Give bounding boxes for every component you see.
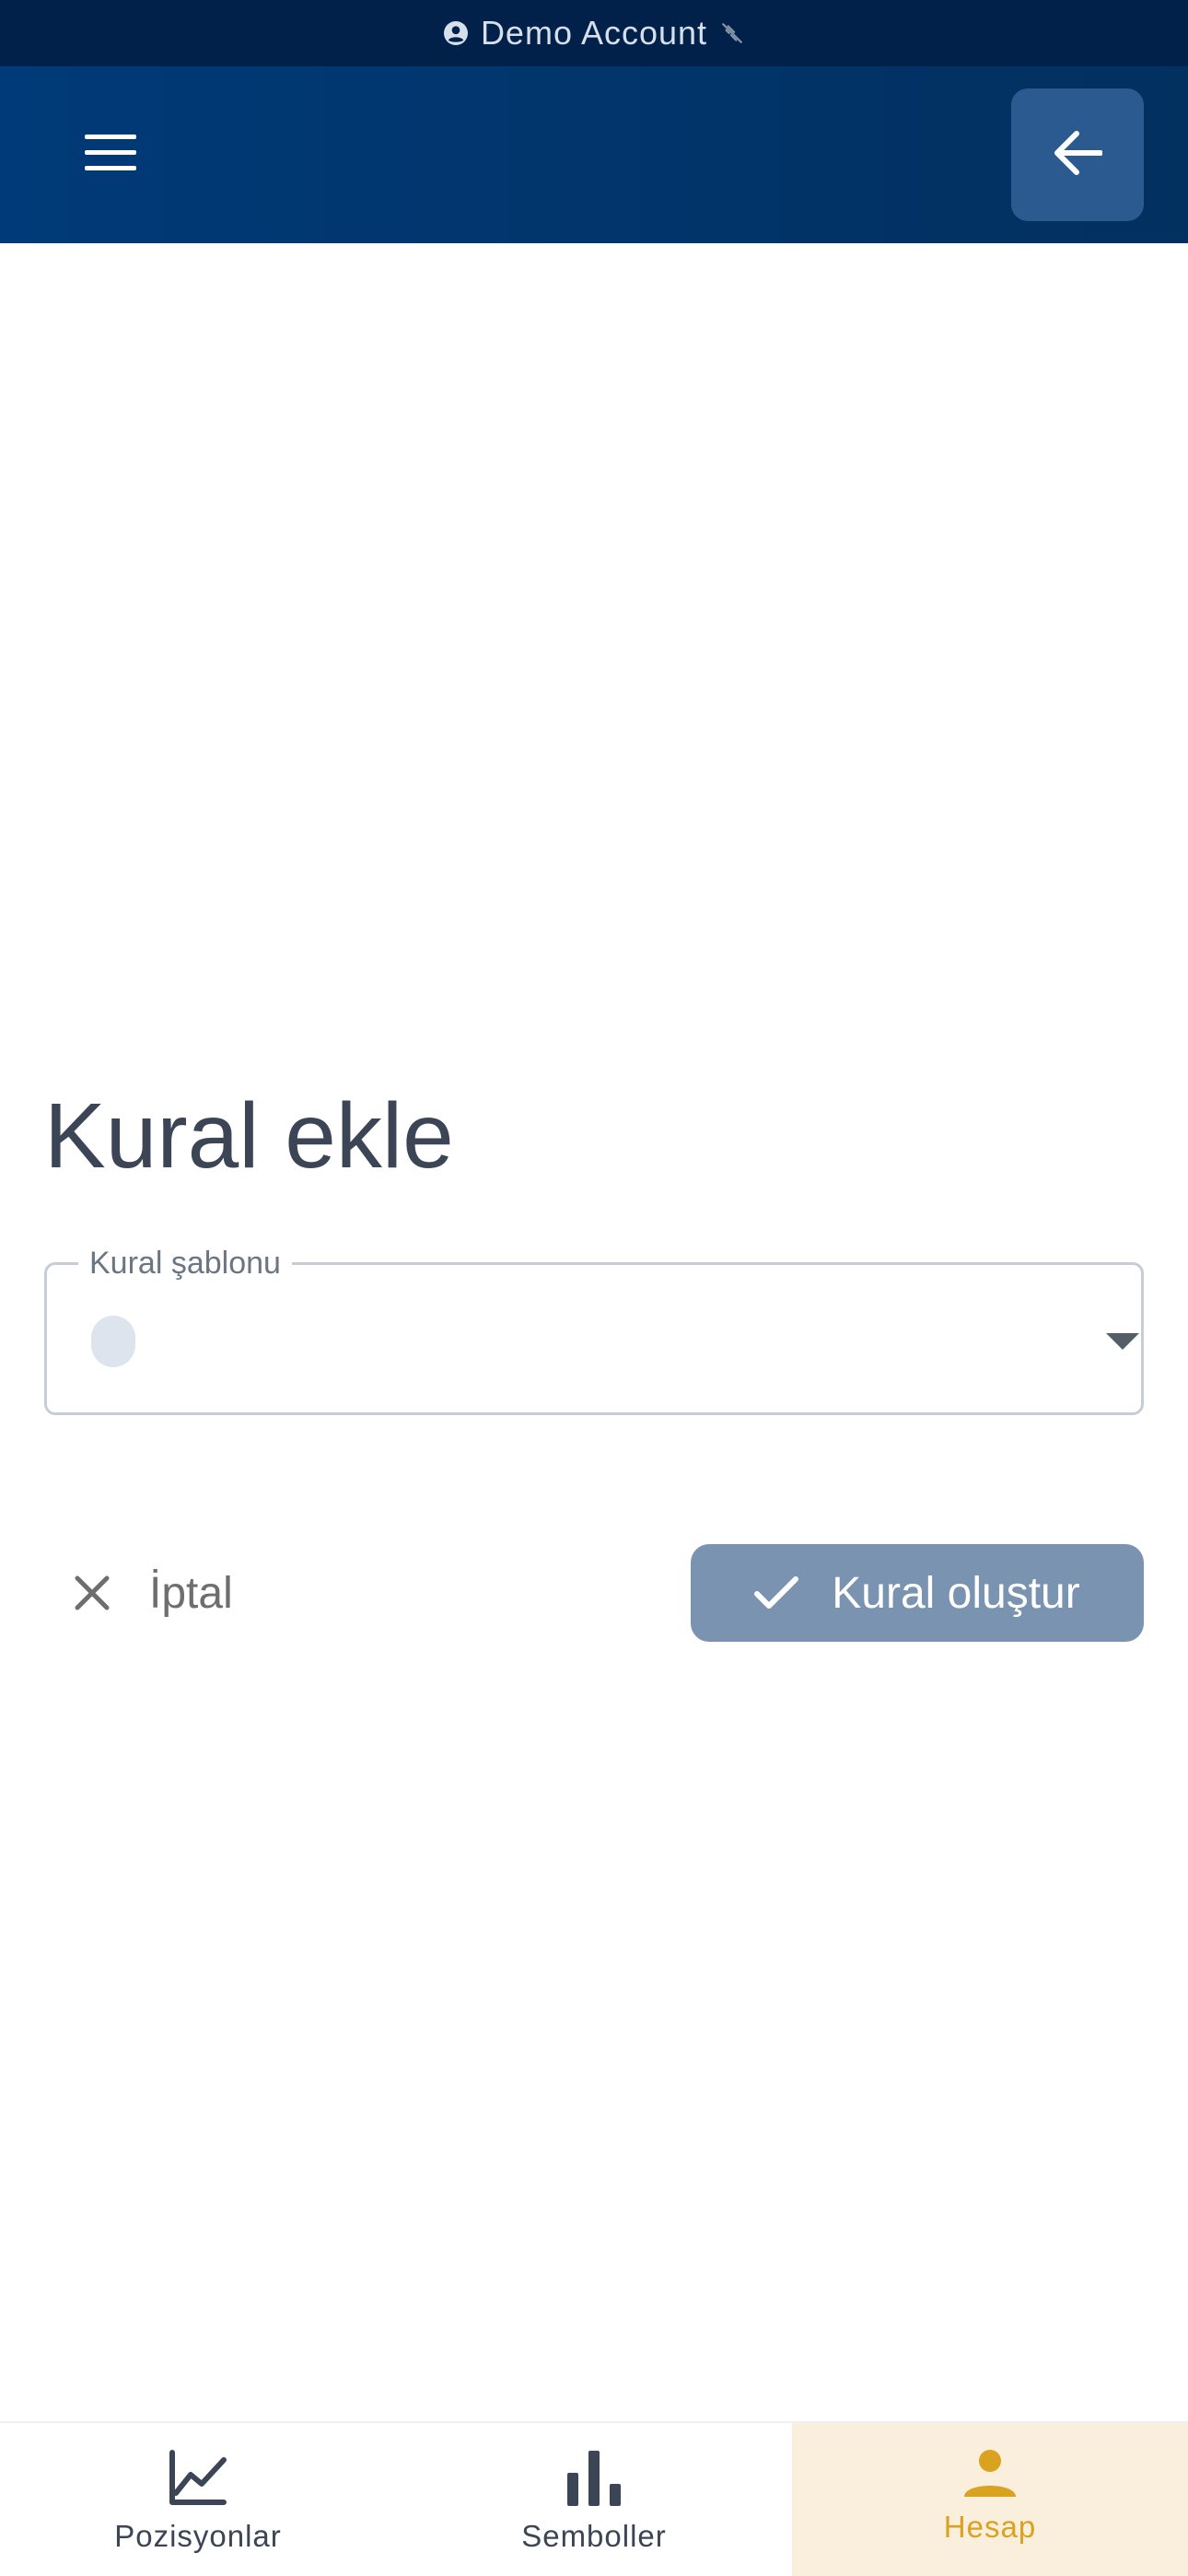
person-icon — [963, 2449, 1017, 2497]
line-chart-icon — [169, 2449, 227, 2506]
hamburger-menu-icon — [85, 133, 136, 178]
create-rule-button[interactable]: Kural oluştur — [691, 1544, 1144, 1642]
close-icon — [74, 1575, 111, 1611]
create-rule-label: Kural oluştur — [832, 1568, 1080, 1618]
bottom-navigation: Pozisyonlar Semboller Hesap — [0, 2421, 1188, 2576]
menu-button[interactable] — [66, 118, 155, 192]
back-button[interactable] — [1011, 88, 1144, 221]
nav-label-account: Hesap — [943, 2510, 1037, 2544]
rule-template-select[interactable]: Kural şablonu — [44, 1241, 1144, 1415]
checkmark-icon — [754, 1575, 799, 1610]
page-title: Kural ekle — [44, 1084, 454, 1188]
app-screen: Demo Account Kural ekle Kural şablonu İp… — [0, 0, 1188, 2576]
cancel-button[interactable]: İptal — [74, 1544, 233, 1642]
loading-placeholder — [91, 1316, 135, 1367]
account-circle-icon — [443, 21, 468, 45]
demo-account-banner: Demo Account — [0, 0, 1188, 66]
bar-chart-icon — [565, 2449, 623, 2506]
cancel-label: İptal — [149, 1568, 233, 1618]
nav-item-symbols[interactable]: Semboller — [396, 2423, 792, 2576]
eye-off-icon — [720, 21, 744, 45]
nav-item-positions[interactable]: Pozisyonlar — [0, 2423, 396, 2576]
arrow-left-icon — [1053, 130, 1103, 181]
chevron-down-icon — [1106, 1333, 1139, 1350]
nav-item-account[interactable]: Hesap — [792, 2423, 1188, 2576]
rule-template-label: Kural şablonu — [78, 1241, 292, 1285]
demo-account-label: Demo Account — [480, 14, 708, 52]
nav-label-symbols: Semboller — [521, 2519, 667, 2553]
nav-label-positions: Pozisyonlar — [114, 2519, 282, 2553]
app-bar — [0, 66, 1188, 243]
